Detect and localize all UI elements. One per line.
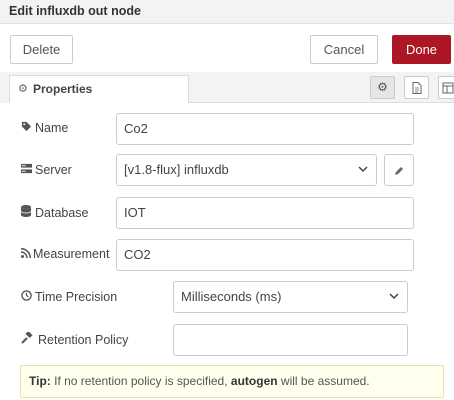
cancel-button[interactable]: Cancel bbox=[310, 35, 378, 64]
rss-icon bbox=[20, 247, 33, 261]
tip-prefix: Tip: bbox=[29, 374, 51, 388]
tab-divider bbox=[189, 102, 454, 103]
measurement-label: Measurement bbox=[20, 247, 110, 261]
time-precision-label-text: Time Precision bbox=[35, 290, 118, 304]
database-input[interactable]: IOT bbox=[116, 197, 414, 229]
server-icon bbox=[21, 163, 35, 177]
server-label: Server bbox=[21, 163, 72, 177]
retention-policy-label-text: Retention Policy bbox=[38, 333, 129, 347]
database-label-text: Database bbox=[35, 206, 89, 220]
gear-icon: ⚙ bbox=[18, 83, 28, 95]
dialog-titlebar: Edit influxdb out node bbox=[0, 0, 454, 24]
gavel-icon bbox=[21, 330, 38, 347]
description-tab-button[interactable] bbox=[404, 76, 429, 99]
chevron-down-icon bbox=[389, 282, 399, 312]
tab-properties-label: Properties bbox=[33, 82, 93, 96]
time-precision-select-value: Milliseconds (ms) bbox=[181, 289, 282, 304]
retention-policy-input[interactable] bbox=[173, 324, 408, 356]
delete-button[interactable]: Delete bbox=[10, 35, 73, 64]
tag-icon bbox=[21, 121, 35, 135]
form-row-server: Server [v1.8-flux] influxdb bbox=[0, 154, 454, 188]
name-label: Name bbox=[21, 121, 68, 135]
database-icon bbox=[20, 205, 35, 220]
file-text-icon bbox=[412, 82, 421, 94]
name-input[interactable]: Co2 bbox=[116, 113, 414, 145]
time-precision-select[interactable]: Milliseconds (ms) bbox=[173, 281, 408, 313]
chevron-down-icon bbox=[358, 155, 368, 185]
name-label-text: Name bbox=[35, 121, 69, 135]
tip-text-1: If no retention policy is specified, bbox=[54, 374, 228, 388]
form-row-time-precision: Time Precision Milliseconds (ms) bbox=[0, 281, 454, 315]
form-row-retention-policy: Retention Policy bbox=[0, 323, 454, 357]
form-row-measurement: Measurement CO2 bbox=[0, 238, 454, 272]
dialog-toolbar: Delete Cancel Done bbox=[0, 24, 454, 72]
edit-server-button[interactable] bbox=[384, 154, 414, 186]
done-button[interactable]: Done bbox=[392, 35, 451, 64]
database-label: Database bbox=[20, 205, 89, 220]
clock-icon bbox=[21, 290, 35, 304]
form-row-database: Database IOT bbox=[0, 196, 454, 230]
server-select[interactable]: [v1.8-flux] influxdb bbox=[116, 154, 377, 186]
measurement-input[interactable]: CO2 bbox=[116, 239, 414, 271]
gear-icon: ⚙ bbox=[377, 80, 388, 94]
server-select-value: [v1.8-flux] influxdb bbox=[124, 162, 229, 177]
retention-policy-label: Retention Policy bbox=[21, 330, 129, 347]
retention-tip: Tip: If no retention policy is specified… bbox=[20, 365, 444, 398]
measurement-label-text: Measurement bbox=[33, 247, 110, 261]
tip-text-2: will be assumed. bbox=[280, 374, 370, 388]
form-row-name: Name Co2 bbox=[0, 112, 454, 146]
layout-icon bbox=[442, 82, 454, 94]
appearance-tab-button[interactable] bbox=[438, 76, 454, 99]
pencil-icon bbox=[395, 166, 403, 175]
server-label-text: Server bbox=[35, 163, 72, 177]
tab-properties[interactable]: ⚙ Properties bbox=[9, 75, 189, 103]
properties-tab-button[interactable]: ⚙ bbox=[370, 76, 395, 99]
dialog-title: Edit influxdb out node bbox=[9, 4, 141, 18]
time-precision-label: Time Precision bbox=[21, 290, 117, 304]
tip-bold: autogen bbox=[230, 374, 278, 388]
